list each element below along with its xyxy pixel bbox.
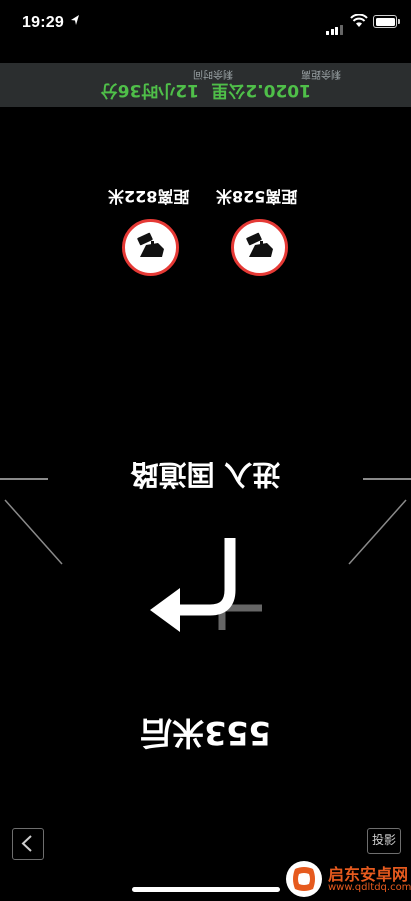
back-button[interactable] (12, 828, 44, 860)
status-time: 19:29 (22, 14, 64, 31)
site-watermark: 启东安卓网 www.qdltdq.com (268, 855, 411, 901)
remaining-time-value: 12小时36分 (100, 80, 199, 100)
cellular-signal-icon (326, 16, 344, 35)
home-indicator[interactable] (132, 887, 280, 892)
chevron-left-icon (21, 835, 32, 852)
distance-to-turn: 553米后 (140, 714, 271, 752)
camera-distance-2: 距离528米 (216, 187, 298, 206)
speed-camera-icon (122, 219, 180, 276)
battery-icon (373, 15, 400, 28)
location-arrow-icon (71, 15, 79, 25)
trip-info-panel: 剩余距离 剩余时间 1020.2公里 12小时36分 (0, 63, 411, 107)
status-bar: 19:29 (0, 0, 411, 46)
speed-camera-icon (231, 219, 289, 276)
project-button[interactable]: 投影 (367, 828, 401, 854)
watermark-url: www.qdltdq.com (328, 882, 411, 893)
remaining-distance-value: 1020.2公里 (211, 80, 311, 100)
camera-distance-1: 距离822米 (108, 187, 190, 206)
watermark-logo-icon (286, 861, 322, 897)
wifi-icon (350, 14, 368, 27)
turn-left-icon (150, 538, 262, 632)
next-road-name: 进入 国道路 (130, 458, 281, 491)
